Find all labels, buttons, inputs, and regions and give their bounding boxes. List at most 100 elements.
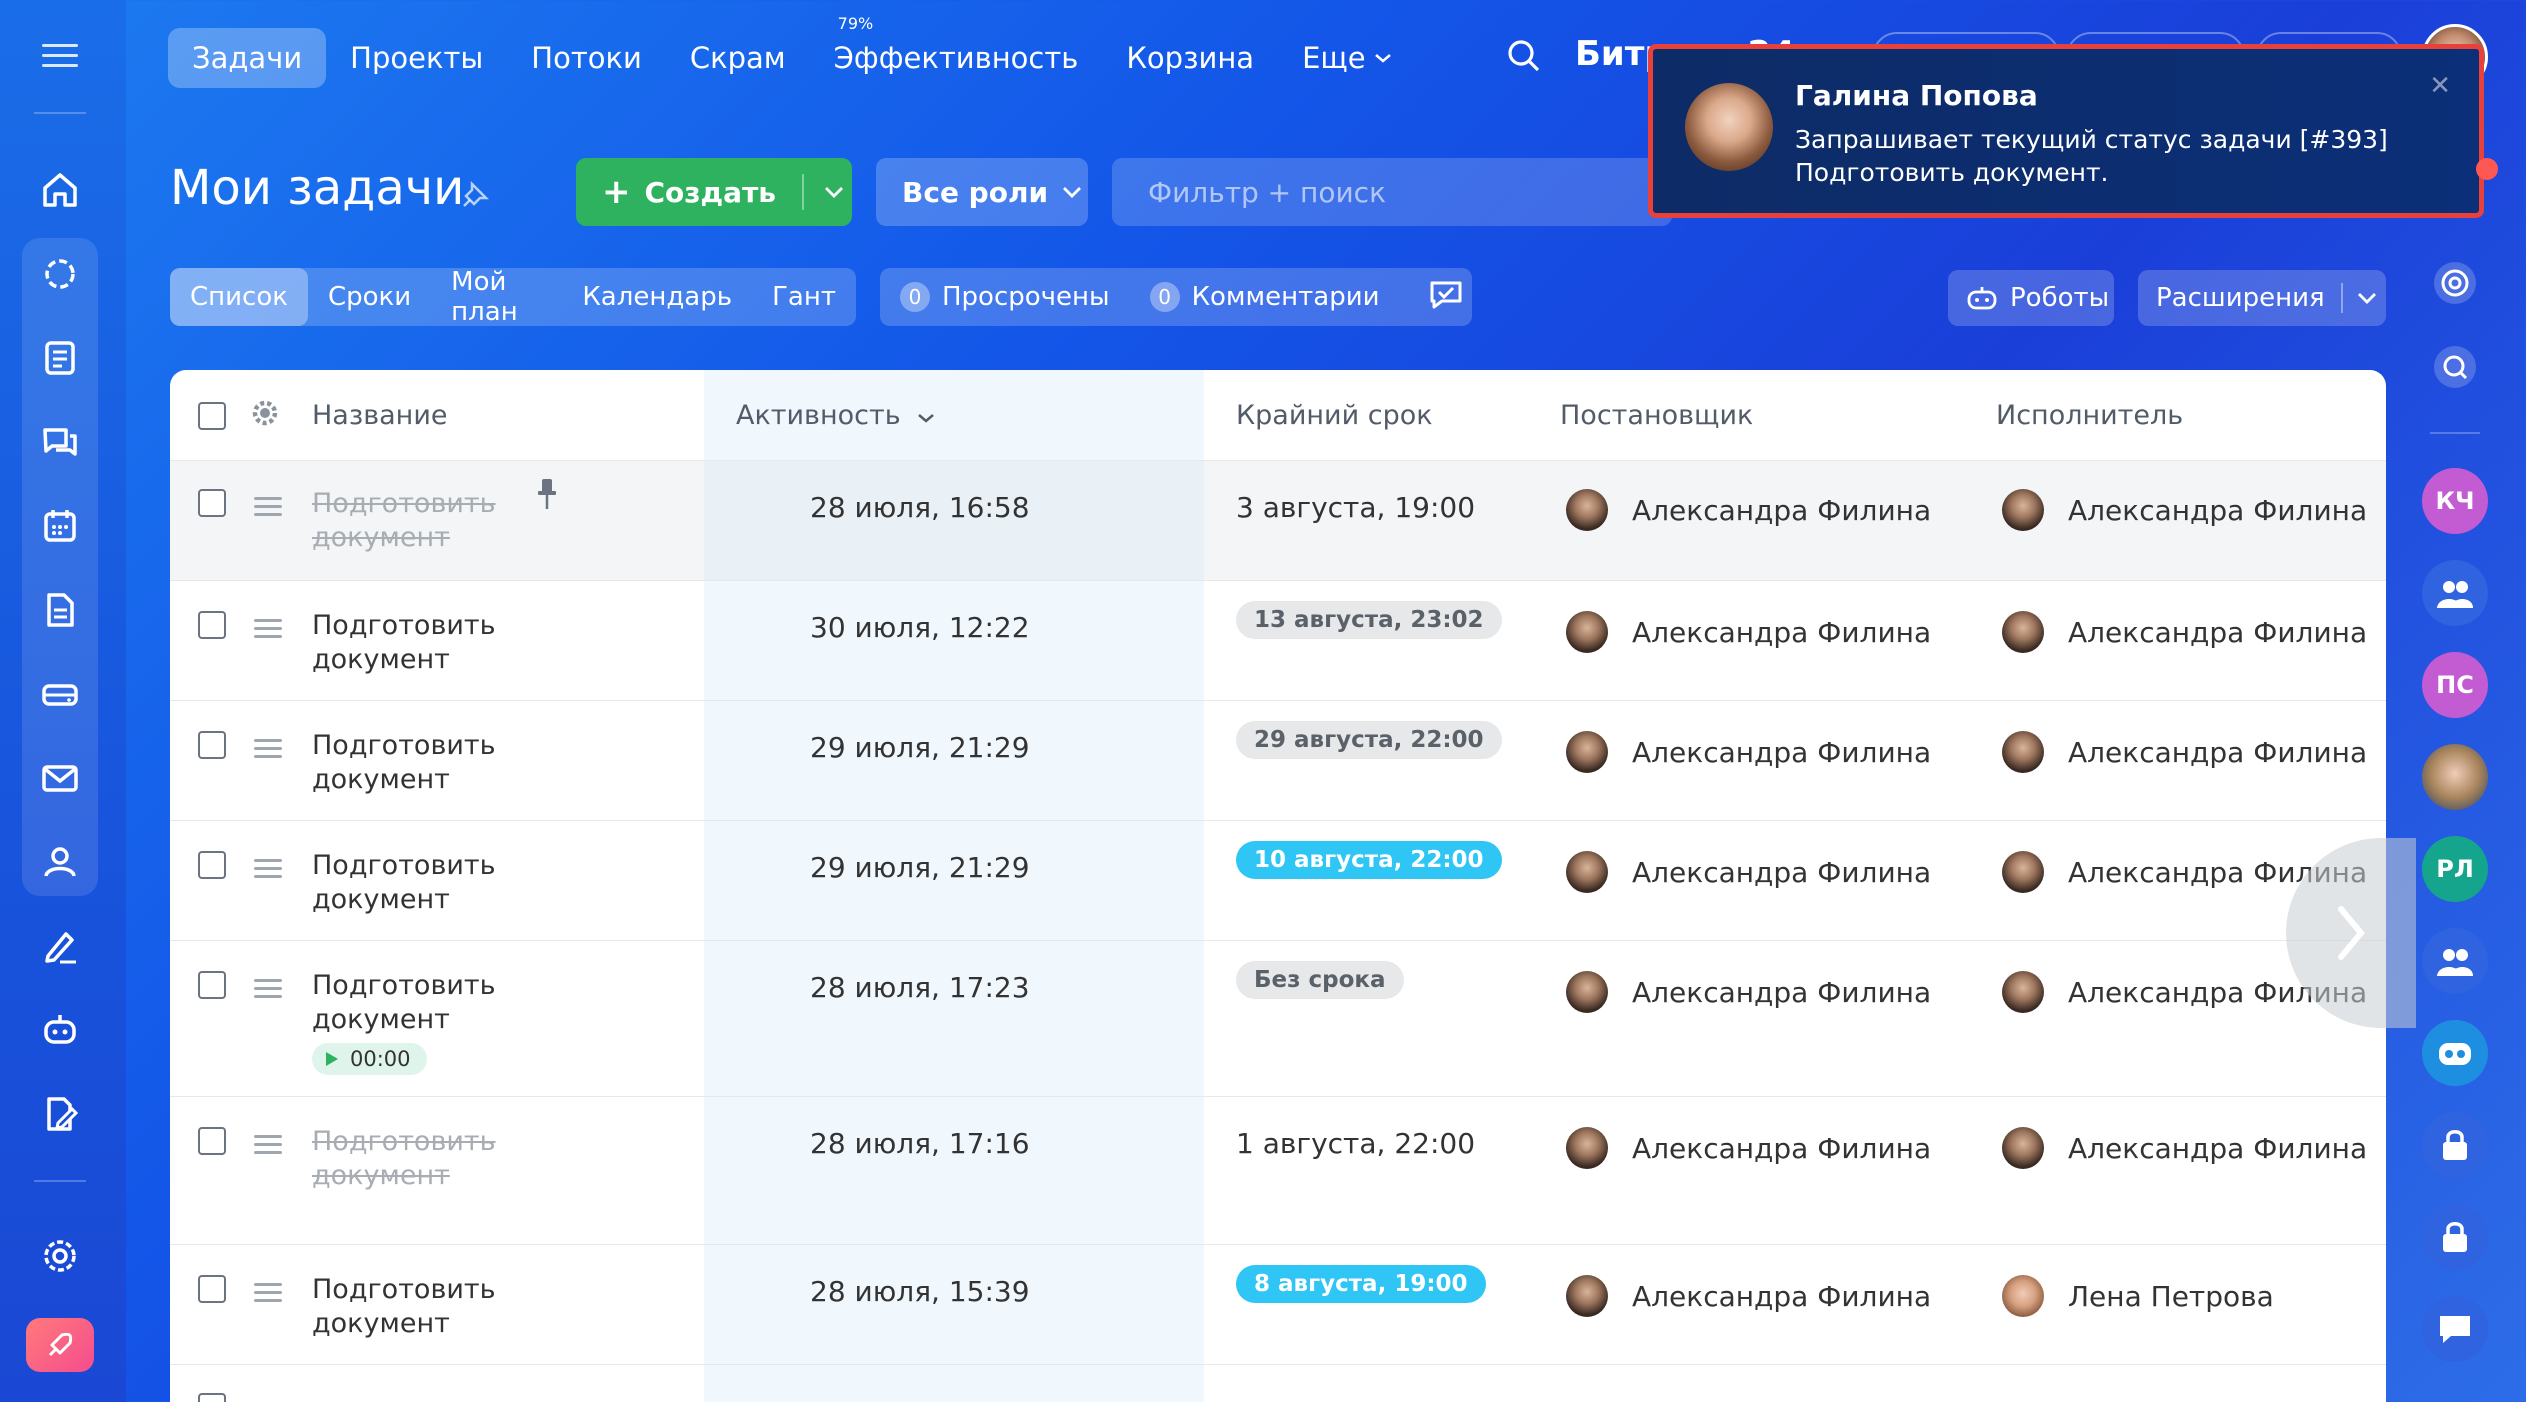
nav-tasks[interactable]: Задачи — [168, 28, 327, 88]
message-icon[interactable] — [2422, 1296, 2488, 1362]
task-creator[interactable]: Александра Филина — [1566, 971, 1931, 1013]
task-name[interactable]: Подготовить документ — [312, 729, 532, 797]
feed-icon[interactable] — [36, 334, 84, 382]
deadline-badge[interactable]: 8 августа, 19:00 — [1236, 1265, 1486, 1303]
nav-efficiency[interactable]: 79% Эффективность — [810, 14, 1103, 88]
search-icon[interactable] — [1504, 36, 1544, 80]
nav-projects[interactable]: Проекты — [326, 28, 507, 88]
notification-popup[interactable]: Галина Попова Запрашивает текущий статус… — [1648, 44, 2484, 218]
group-chat-icon[interactable] — [2422, 928, 2488, 994]
contact-rl[interactable]: РЛ — [2422, 836, 2488, 902]
lock-icon[interactable] — [2422, 1204, 2488, 1270]
lock-icon[interactable] — [2422, 1112, 2488, 1178]
drag-handle-icon[interactable] — [254, 859, 282, 883]
nav-scrum[interactable]: Скрам — [666, 28, 810, 88]
task-assignee[interactable]: Александра Филина — [2002, 1127, 2367, 1169]
deadline-badge[interactable]: 29 августа, 22:00 — [1236, 721, 1502, 759]
column-assignee[interactable]: Исполнитель — [1996, 400, 2183, 431]
nav-more[interactable]: Еще — [1278, 28, 1415, 88]
drag-handle-icon[interactable] — [254, 1135, 282, 1159]
task-assignee[interactable]: Александра Филина — [2002, 731, 2367, 773]
mail-icon[interactable] — [36, 754, 84, 802]
column-deadline[interactable]: Крайний срок — [1236, 400, 1433, 431]
deadline-badge[interactable]: 13 августа, 23:02 — [1236, 601, 1502, 639]
read-all-icon[interactable] — [1428, 279, 1464, 315]
task-deadline[interactable]: 3 августа, 19:00 — [1236, 491, 1475, 524]
pin-icon[interactable] — [534, 477, 560, 515]
contact-kch[interactable]: КЧ — [2422, 468, 2488, 534]
drag-handle-icon[interactable] — [254, 1283, 282, 1307]
table-row[interactable]: Подготовить документ 28 июля, 15:39 8 ав… — [170, 1244, 2386, 1364]
tab-list[interactable]: Список — [170, 268, 308, 326]
extensions-button[interactable]: Расширения — [2138, 270, 2386, 326]
sign-icon[interactable] — [36, 922, 84, 970]
table-row[interactable]: Подготовить документ 29 июля, 21:29 10 а… — [170, 820, 2386, 940]
task-name[interactable]: Подготовить документ — [312, 849, 532, 917]
task-name[interactable]: Подготовить документ — [312, 609, 532, 677]
task-creator[interactable]: Александра Филина — [1566, 1275, 1931, 1317]
row-checkbox[interactable] — [198, 971, 226, 999]
drag-handle-icon[interactable] — [254, 739, 282, 763]
contact-avatar[interactable] — [2422, 744, 2488, 810]
column-name[interactable]: Название — [312, 400, 447, 431]
deadline-badge[interactable]: 10 августа, 22:00 — [1236, 841, 1502, 879]
table-row[interactable]: Подготовить документ 00:00 28 июля, 17:2… — [170, 940, 2386, 1096]
tab-calendar[interactable]: Календарь — [562, 268, 752, 326]
filter-search-input[interactable] — [1112, 158, 1672, 226]
task-name[interactable]: Подготовить документ — [312, 969, 532, 1037]
task-assignee[interactable]: Лена Петрова — [2002, 1275, 2274, 1317]
chevron-down-icon[interactable] — [2357, 291, 2377, 305]
row-checkbox[interactable] — [198, 1393, 226, 1402]
fingerprint-icon[interactable] — [2422, 250, 2488, 316]
gear-icon[interactable] — [250, 398, 280, 432]
settings-icon[interactable] — [36, 1232, 84, 1280]
task-assignee[interactable]: Александра Филина — [2002, 611, 2367, 653]
drag-handle-icon[interactable] — [254, 979, 282, 1003]
drag-handle-icon[interactable] — [254, 619, 282, 643]
document-icon[interactable] — [36, 586, 84, 634]
rocket-icon[interactable] — [26, 1318, 94, 1372]
forms-icon[interactable] — [36, 1090, 84, 1138]
create-button[interactable]: + Создать — [576, 158, 852, 226]
task-creator[interactable]: Александра Филина — [1566, 851, 1931, 893]
row-checkbox[interactable] — [198, 851, 226, 879]
menu-icon[interactable] — [36, 32, 84, 80]
task-deadline[interactable]: 1 августа, 22:00 — [1236, 1127, 1475, 1160]
task-name[interactable]: Подготовить документ — [312, 1125, 532, 1193]
time-tracker[interactable]: 00:00 — [312, 1043, 427, 1075]
task-creator[interactable]: Александра Филина — [1566, 611, 1931, 653]
comments-counter[interactable]: 0 Комментарии — [1149, 282, 1380, 312]
drag-handle-icon[interactable] — [254, 497, 282, 521]
table-row[interactable]: Подготовить документ 28 июля, 16:58 3 ав… — [170, 460, 2386, 580]
tasks-icon[interactable] — [36, 250, 84, 298]
chat-icon[interactable] — [36, 418, 84, 466]
nav-flows[interactable]: Потоки — [507, 28, 666, 88]
tab-deadlines[interactable]: Сроки — [308, 268, 431, 326]
row-checkbox[interactable] — [198, 489, 226, 517]
row-checkbox[interactable] — [198, 611, 226, 639]
search-chat-icon[interactable] — [2422, 334, 2488, 400]
row-checkbox[interactable] — [198, 1127, 226, 1155]
task-assignee[interactable]: Александра Филина — [2002, 489, 2367, 531]
close-icon[interactable]: ✕ — [2429, 71, 2451, 101]
robot-icon[interactable] — [36, 1006, 84, 1054]
task-name[interactable]: Подготовить документ — [312, 487, 532, 555]
overdue-counter[interactable]: 0 Просрочены — [900, 282, 1110, 312]
nav-trash[interactable]: Корзина — [1102, 28, 1278, 88]
table-row[interactable] — [170, 1364, 2386, 1402]
task-creator[interactable]: Александра Филина — [1566, 731, 1931, 773]
home-icon[interactable] — [36, 166, 84, 214]
select-all-checkbox[interactable] — [198, 402, 226, 430]
table-row[interactable]: Подготовить документ 29 июля, 21:29 29 а… — [170, 700, 2386, 820]
contact-ps[interactable]: ПС — [2422, 652, 2488, 718]
robots-button[interactable]: Роботы — [1948, 270, 2114, 326]
calendar-icon[interactable] — [36, 502, 84, 550]
contacts-icon[interactable] — [36, 838, 84, 886]
tab-gantt[interactable]: Гант — [752, 268, 856, 326]
deadline-badge[interactable]: Без срока — [1236, 961, 1404, 999]
row-checkbox[interactable] — [198, 1275, 226, 1303]
drive-icon[interactable] — [36, 670, 84, 718]
column-creator[interactable]: Постановщик — [1560, 400, 1753, 431]
column-activity[interactable]: Активность — [736, 400, 935, 431]
bot-icon[interactable] — [2422, 1020, 2488, 1086]
